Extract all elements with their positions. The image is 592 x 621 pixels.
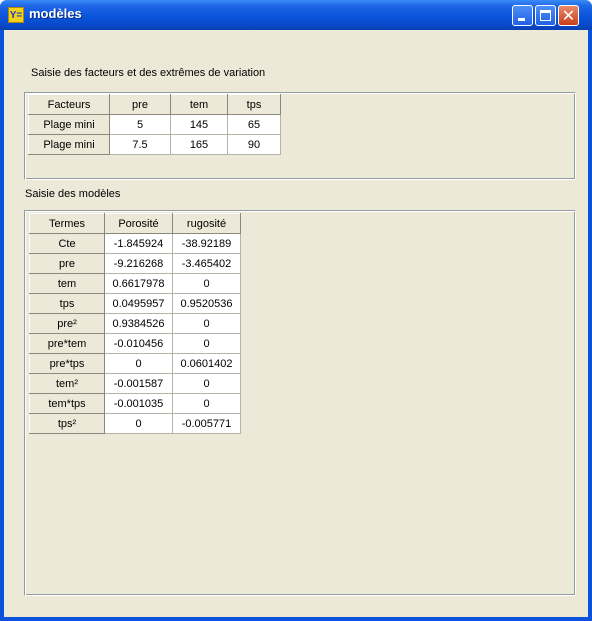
title-bar[interactable]: Y= modèles ✕ — [0, 0, 592, 30]
close-button[interactable]: ✕ — [558, 5, 579, 26]
column-header[interactable]: tem — [170, 94, 228, 115]
row-header[interactable]: pre*tem — [29, 333, 105, 354]
grid-cell[interactable]: -0.005771 — [172, 413, 241, 434]
row-header[interactable]: pre — [29, 253, 105, 274]
grid-header-row: Termes Porosité rugosité — [29, 213, 241, 234]
row-header[interactable]: tem*tps — [29, 393, 105, 414]
table-row: pre -9.216268 -3.465402 — [29, 253, 241, 274]
table-row: pre*tps 0 0.0601402 — [29, 353, 241, 374]
grid-cell[interactable]: 0 — [172, 333, 241, 354]
grid-cell[interactable]: 0.9520536 — [172, 293, 241, 314]
grid-cell[interactable]: 0 — [104, 353, 173, 374]
grid-cell[interactable]: 0.0495957 — [104, 293, 173, 314]
column-header[interactable]: pre — [109, 94, 171, 115]
table-row: tem*tps -0.001035 0 — [29, 393, 241, 414]
row-header[interactable]: Plage mini — [28, 134, 110, 155]
app-icon[interactable]: Y= — [8, 7, 24, 23]
grid-cell[interactable]: 0.0601402 — [172, 353, 241, 374]
table-row: Cte -1.845924 -38.92189 — [29, 233, 241, 254]
grid-cell[interactable]: 0 — [172, 273, 241, 294]
row-header[interactable]: tem — [29, 273, 105, 294]
row-header[interactable]: tem² — [29, 373, 105, 394]
table-row: Plage mini 5 145 65 — [28, 114, 281, 135]
row-header[interactable]: pre*tps — [29, 353, 105, 374]
column-header[interactable]: rugosité — [172, 213, 241, 234]
table-row: tps 0.0495957 0.9520536 — [29, 293, 241, 314]
row-header[interactable]: pre² — [29, 313, 105, 334]
table-row: Plage mini 7.5 165 90 — [28, 134, 281, 155]
grid-cell[interactable]: 90 — [227, 134, 281, 155]
grid-cell[interactable]: -1.845924 — [104, 233, 173, 254]
grid-cell[interactable]: -0.001035 — [104, 393, 173, 414]
grid-cell[interactable]: 0 — [104, 413, 173, 434]
grid-cell[interactable]: 0 — [172, 313, 241, 334]
factors-section-label: Saisie des facteurs et des extrêmes de v… — [31, 67, 266, 79]
window-title: modèles — [29, 6, 82, 21]
grid-cell[interactable]: -0.001587 — [104, 373, 173, 394]
column-header[interactable]: Porosité — [104, 213, 173, 234]
models-grid[interactable]: Termes Porosité rugosité Cte -1.845924 -38.92… — [29, 213, 241, 434]
grid-cell[interactable]: 0.6617978 — [104, 273, 173, 294]
grid-cell[interactable]: 5 — [109, 114, 171, 135]
grid-cell[interactable]: 65 — [227, 114, 281, 135]
row-header[interactable]: tps — [29, 293, 105, 314]
client-area: Saisie des facteurs et des extrêmes de v… — [4, 30, 588, 617]
column-header[interactable]: tps — [227, 94, 281, 115]
column-header[interactable]: Termes — [29, 213, 105, 234]
maximize-button[interactable] — [535, 5, 556, 26]
minimize-button[interactable] — [512, 5, 533, 26]
main-window: Y= modèles ✕ Saisie des facteurs et des … — [0, 0, 592, 621]
maximize-icon — [540, 10, 551, 21]
row-header[interactable]: Plage mini — [28, 114, 110, 135]
grid-header-row: Facteurs pre tem tps — [28, 94, 281, 115]
grid-cell[interactable]: 165 — [170, 134, 228, 155]
grid-cell[interactable]: -3.465402 — [172, 253, 241, 274]
models-section-label: Saisie des modèles — [25, 188, 121, 200]
table-row: tem² -0.001587 0 — [29, 373, 241, 394]
grid-cell[interactable]: 0.9384526 — [104, 313, 173, 334]
grid-cell[interactable]: 145 — [170, 114, 228, 135]
table-row: tem 0.6617978 0 — [29, 273, 241, 294]
grid-cell[interactable]: -38.92189 — [172, 233, 241, 254]
column-header[interactable]: Facteurs — [28, 94, 110, 115]
table-row: pre² 0.9384526 0 — [29, 313, 241, 334]
grid-cell[interactable]: 0 — [172, 373, 241, 394]
grid-cell[interactable]: 7.5 — [109, 134, 171, 155]
factors-grid[interactable]: Facteurs pre tem tps Plage mini 5 145 65 Plage m… — [28, 94, 281, 155]
minimize-icon — [518, 18, 525, 21]
grid-cell[interactable]: -0.010456 — [104, 333, 173, 354]
table-row: pre*tem -0.010456 0 — [29, 333, 241, 354]
close-icon: ✕ — [561, 6, 576, 25]
row-header[interactable]: Cte — [29, 233, 105, 254]
window-bottom-border — [0, 617, 592, 621]
grid-cell[interactable]: 0 — [172, 393, 241, 414]
row-header[interactable]: tps² — [29, 413, 105, 434]
table-row: tps² 0 -0.005771 — [29, 413, 241, 434]
grid-cell[interactable]: -9.216268 — [104, 253, 173, 274]
